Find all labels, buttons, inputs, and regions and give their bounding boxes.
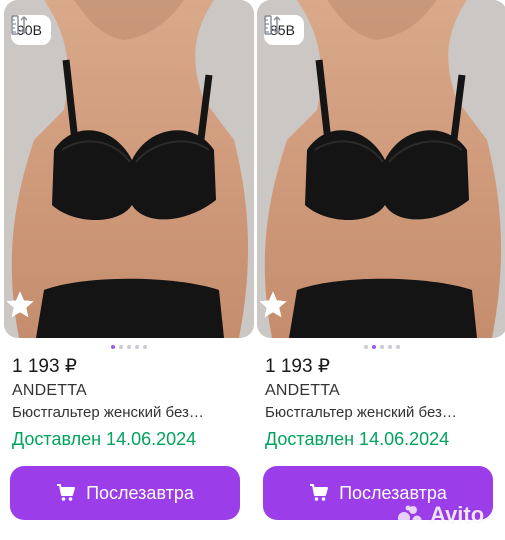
- product-brand[interactable]: ANDETTA: [265, 382, 340, 400]
- gallery-dot[interactable]: [127, 345, 131, 349]
- product-image: [257, 0, 505, 338]
- ruler-icon: [264, 15, 281, 35]
- product-photo[interactable]: 90B: [4, 0, 254, 338]
- gallery-dot[interactable]: [364, 345, 368, 349]
- gallery-dot[interactable]: [111, 345, 115, 349]
- product-photo[interactable]: 85B: [257, 0, 505, 338]
- product-grid: 90B 1 193 ₽ ANDETTA Бюстгальтер женский …: [0, 0, 505, 540]
- add-to-cart-button[interactable]: Послезавтра: [10, 466, 240, 520]
- size-badge: 85B: [264, 15, 304, 45]
- avito-logo-icon: [398, 505, 422, 525]
- gallery-dot[interactable]: [396, 345, 400, 349]
- gallery-dot[interactable]: [143, 345, 147, 349]
- delivery-status: Доставлен 14.06.2024: [12, 429, 197, 449]
- cart-button-label: Послезавтра: [86, 482, 194, 503]
- ruler-icon: [11, 15, 28, 35]
- gallery-dot[interactable]: [135, 345, 139, 349]
- product-title[interactable]: Бюстгальтер женский без…: [265, 404, 503, 421]
- gallery-dot[interactable]: [372, 345, 376, 349]
- gallery-dot[interactable]: [119, 345, 123, 349]
- cart-icon: [57, 484, 76, 501]
- gallery-dot[interactable]: [380, 345, 384, 349]
- gallery-dot[interactable]: [388, 345, 392, 349]
- watermark: Avito: [398, 500, 498, 530]
- product-brand[interactable]: ANDETTA: [12, 382, 87, 400]
- gallery-dots: [4, 345, 254, 351]
- watermark-text: Avito: [430, 502, 485, 527]
- product-title[interactable]: Бюстгальтер женский без…: [12, 404, 250, 421]
- cart-icon: [310, 484, 329, 501]
- star-icon: [6, 291, 34, 317]
- gallery-dots: [257, 345, 505, 351]
- product-price: 1 193 ₽: [265, 356, 330, 377]
- rating-stars: [4, 289, 254, 323]
- rating-stars: [257, 289, 505, 323]
- star-icon: [259, 291, 287, 317]
- size-badge: 90B: [11, 15, 51, 45]
- delivery-status: Доставлен 14.06.2024: [265, 429, 450, 449]
- product-image: [4, 0, 254, 338]
- product-price: 1 193 ₽: [12, 356, 77, 377]
- product-card[interactable]: 85B 1 193 ₽ ANDETTA Бюстгальтер женский …: [257, 0, 505, 540]
- product-card[interactable]: 90B 1 193 ₽ ANDETTA Бюстгальтер женский …: [4, 0, 254, 540]
